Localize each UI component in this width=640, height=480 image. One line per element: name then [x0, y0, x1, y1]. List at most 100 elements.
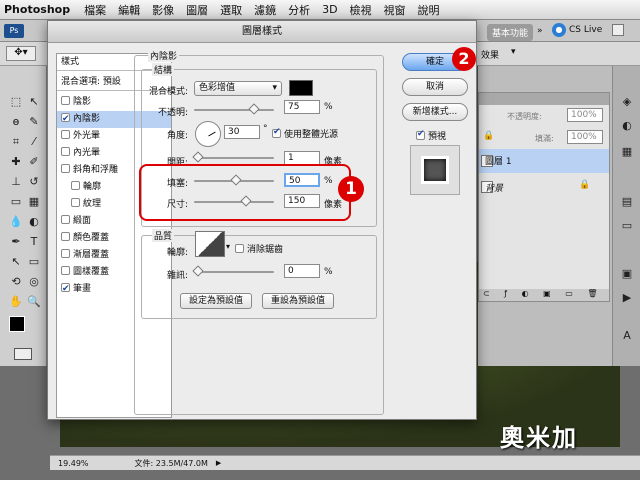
menu-3d[interactable]: 3D — [316, 3, 343, 16]
layer-row-1[interactable]: 圖層 1 — [479, 149, 609, 173]
noise-field[interactable]: 0 — [284, 264, 320, 278]
antialias-checkbox[interactable]: 消除鋸齒 — [235, 242, 283, 255]
checkbox[interactable] — [61, 111, 70, 128]
global-light-checkbox[interactable]: 使用整體光源 — [272, 127, 338, 140]
new-style-button[interactable]: 新增樣式... — [402, 103, 468, 121]
checkbox[interactable] — [61, 249, 70, 258]
play-icon[interactable]: ▶ — [216, 459, 221, 467]
gradient-icon[interactable]: ▦ — [26, 194, 42, 210]
checkbox[interactable] — [61, 232, 70, 241]
distance-slider[interactable] — [192, 151, 274, 163]
menu-edit[interactable]: 編輯 — [112, 2, 146, 18]
hand-icon[interactable]: ✋ — [8, 294, 24, 310]
angle-dial[interactable] — [195, 121, 221, 147]
menu-window[interactable]: 視窗 — [378, 2, 412, 18]
lock-icon[interactable]: 🔒 — [483, 131, 494, 141]
menu-image[interactable]: 影像 — [146, 2, 180, 18]
layer-row-background[interactable]: 背景 🔒 — [479, 175, 609, 199]
checkbox[interactable] — [416, 129, 425, 140]
layer-lock-icon: 🔒 — [579, 180, 591, 190]
style-item-label: 斜角和浮雕 — [73, 165, 119, 175]
angle-field[interactable]: 30 — [224, 125, 260, 139]
style-item-label: 緞面 — [73, 216, 92, 226]
rectangle-icon[interactable]: ▭ — [26, 254, 42, 270]
checkbox[interactable] — [61, 130, 70, 139]
crop-icon[interactable]: ⌗ — [8, 134, 24, 150]
menu-filter[interactable]: 濾鏡 — [248, 2, 282, 18]
layer-fill-field[interactable]: 100% — [567, 130, 603, 144]
checkbox[interactable] — [61, 96, 70, 105]
checkbox[interactable] — [71, 198, 80, 207]
character-panel-icon[interactable]: A — [619, 328, 635, 344]
type-icon[interactable]: T — [26, 234, 42, 250]
menu-analysis[interactable]: 分析 — [282, 2, 316, 18]
brush-icon[interactable]: ✐ — [26, 154, 42, 170]
chevron-down-icon[interactable]: ▾ — [226, 242, 230, 251]
menu-view[interactable]: 檢視 — [344, 2, 378, 18]
set-default-button[interactable]: 設定為預設值 — [180, 293, 252, 309]
menu-select[interactable]: 選取 — [214, 2, 248, 18]
actions-panel-icon[interactable]: ▶ — [619, 290, 635, 306]
app-menu[interactable]: Photoshop — [0, 3, 78, 16]
workspace-button[interactable]: 基本功能 — [487, 24, 534, 41]
zoom-icon[interactable]: 🔍 — [26, 294, 42, 310]
quick-mask-icon[interactable] — [14, 348, 32, 360]
preview-swatch — [421, 156, 449, 184]
window-control-icon[interactable] — [612, 24, 624, 36]
chevron-down-icon[interactable]: ▾ — [511, 47, 516, 57]
checkbox[interactable] — [71, 181, 80, 190]
contour-picker[interactable] — [195, 231, 225, 257]
path-select-icon[interactable]: ↖ — [8, 254, 24, 270]
blur-icon[interactable]: 💧 — [8, 214, 24, 230]
move-icon[interactable]: ↖ — [26, 94, 42, 110]
healing-brush-icon[interactable]: ✚ — [8, 154, 24, 170]
checkbox[interactable] — [61, 147, 70, 156]
eraser-icon[interactable]: ▭ — [8, 194, 24, 210]
menu-help[interactable]: 說明 — [412, 2, 446, 18]
layers-footer-icons[interactable]: ⊂ ƒ ◐ ▣ ▭ 🗑 — [479, 289, 609, 301]
layers-panel-icon[interactable]: ◈ — [619, 94, 635, 110]
chevron-double-icon[interactable]: » — [537, 26, 543, 36]
styles-panel-icon[interactable]: ▦ — [619, 144, 635, 160]
foreground-color-swatch[interactable] — [9, 316, 25, 332]
adjustments-panel-icon[interactable]: ◐ — [619, 118, 635, 134]
zoom-level[interactable]: 19.49% — [58, 459, 89, 468]
clone-stamp-icon[interactable]: ⊥ — [8, 174, 24, 190]
channels-panel-icon[interactable]: ▤ — [619, 194, 635, 210]
move-tool-preset-icon[interactable]: ✥▾ — [6, 46, 36, 61]
layer-name: 圖層 1 — [485, 157, 512, 167]
callout-1: 1 — [338, 176, 364, 202]
3d-orbit-icon[interactable]: ◎ — [26, 274, 42, 290]
checkbox[interactable] — [61, 281, 70, 298]
menu-layer[interactable]: 圖層 — [180, 2, 214, 18]
distance-field[interactable]: 1 — [284, 151, 320, 165]
checkbox[interactable] — [61, 215, 70, 224]
checkbox[interactable] — [61, 164, 70, 173]
reset-default-button[interactable]: 重設為預設值 — [262, 293, 334, 309]
3d-rotate-icon[interactable]: ⟲ — [8, 274, 24, 290]
paths-panel-icon[interactable]: ▭ — [619, 218, 635, 234]
preview-checkbox[interactable]: 預視 — [416, 129, 446, 142]
history-panel-icon[interactable]: ▣ — [619, 266, 635, 282]
quick-select-icon[interactable]: ✎ — [26, 114, 42, 130]
pen-icon[interactable]: ✒ — [8, 234, 24, 250]
opacity-field[interactable]: 75 — [284, 100, 320, 114]
cs-live-button[interactable]: CS Live — [569, 25, 602, 35]
cancel-button[interactable]: 取消 — [402, 78, 468, 96]
highlight-annotation — [139, 164, 351, 221]
layer-opacity-field[interactable]: 100% — [567, 108, 603, 122]
dodge-icon[interactable]: ◐ — [26, 214, 42, 230]
checkbox[interactable] — [61, 266, 70, 275]
menu-file[interactable]: 檔案 — [78, 2, 112, 18]
marquee-icon[interactable]: ⬚ — [8, 94, 24, 110]
history-brush-icon[interactable]: ↺ — [26, 174, 42, 190]
checkbox[interactable] — [235, 244, 244, 253]
shadow-color-swatch[interactable] — [289, 80, 313, 96]
eyedropper-icon[interactable]: ⁄ — [26, 134, 42, 150]
noise-unit: % — [324, 267, 333, 277]
lasso-icon[interactable]: ɵ — [8, 114, 24, 130]
checkbox[interactable] — [272, 127, 281, 138]
opacity-slider[interactable] — [194, 103, 274, 115]
blend-mode-select[interactable]: 色彩增值 ▾ — [194, 81, 282, 96]
noise-slider[interactable] — [192, 265, 274, 277]
